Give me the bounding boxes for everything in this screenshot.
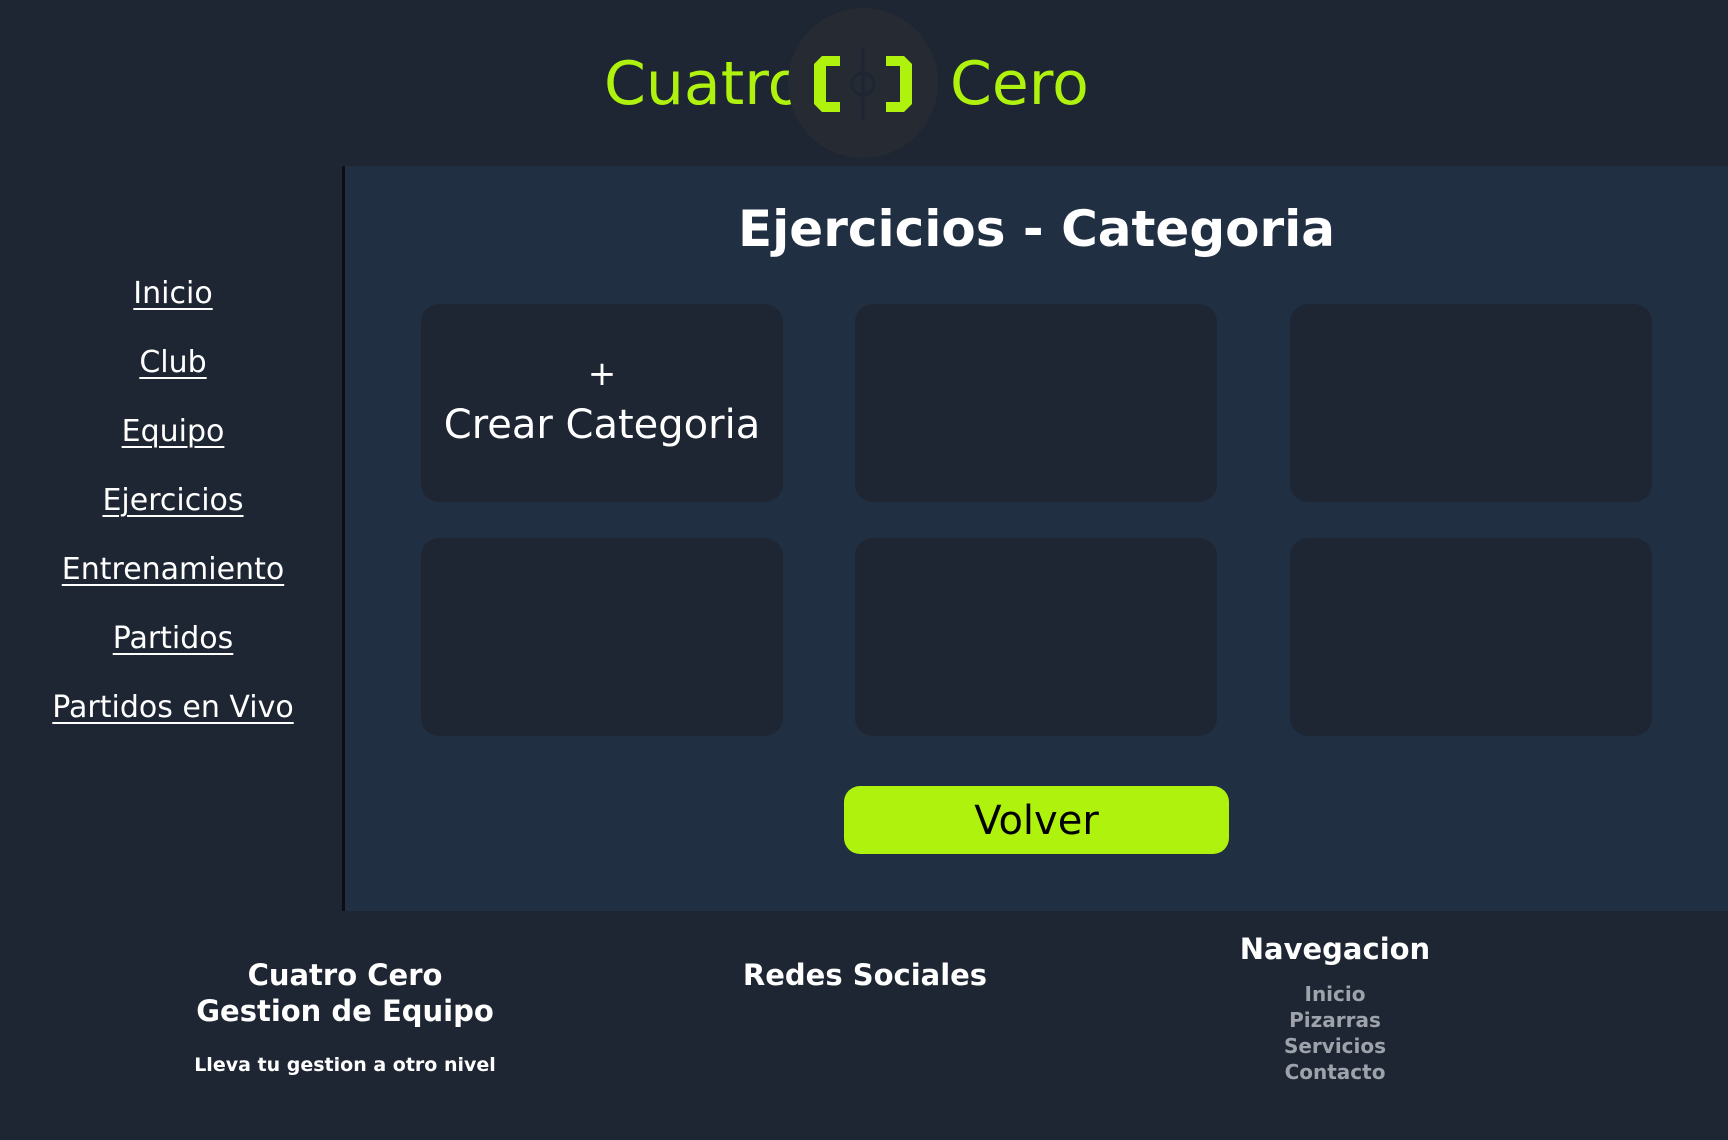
sidebar-item-partidos[interactable]: Partidos [0,619,346,659]
sidebar-item-club[interactable]: Club [0,343,346,383]
footer-brand-subtitle: Gestion de Equipo [196,994,494,1028]
site-footer: Cuatro Cero Gestion de Equipo Lleva tu g… [0,911,1728,1140]
category-card[interactable] [421,538,783,736]
footer-tagline: Lleva tu gestion a otro nivel [194,1054,496,1076]
create-category-card[interactable]: + Crear Categoria [421,304,783,502]
back-button[interactable]: Volver [844,786,1229,854]
footer-brand-name: Cuatro Cero [247,958,443,992]
plus-icon: + [587,354,617,394]
footer-nav-pizarras[interactable]: Pizarras [1190,1007,1480,1033]
footer-social-heading: Redes Sociales [742,958,988,992]
footer-nav-servicios[interactable]: Servicios [1190,1033,1480,1059]
sidebar-item-ejercicios[interactable]: Ejercicios [0,481,346,521]
bracket-logo-icon[interactable] [788,8,938,158]
sidebar-nav: Inicio Club Equipo Ejercicios Entrenamie… [0,166,342,911]
sidebar-item-inicio[interactable]: Inicio [0,274,346,314]
footer-nav-list: Inicio Pizarras Servicios Contacto [1190,981,1480,1085]
page-title: Ejercicios - Categoria [737,200,1336,258]
create-category-label: Crear Categoria [443,402,761,448]
category-card[interactable] [1290,538,1652,736]
footer-navigation: Navegacion Inicio Pizarras Servicios Con… [1190,931,1480,1085]
sidebar-item-equipo[interactable]: Equipo [0,412,346,452]
footer-social: Redes Sociales [700,957,1030,993]
category-card[interactable] [855,304,1217,502]
site-header: Cuatro Cero [0,0,1728,166]
main-panel: Ejercicios - Categoria + Crear Categoria… [345,166,1728,911]
brand-name-left: Cuatro [604,49,805,119]
sidebar-item-partidos-en-vivo[interactable]: Partidos en Vivo [0,688,346,728]
footer-nav-heading: Navegacion [1239,932,1431,966]
footer-brand: Cuatro Cero Gestion de Equipo Lleva tu g… [160,957,530,1077]
brand-name-right: Cero [950,49,1089,119]
footer-nav-inicio[interactable]: Inicio [1190,981,1480,1007]
footer-nav-contacto[interactable]: Contacto [1190,1059,1480,1085]
category-card[interactable] [1290,304,1652,502]
sidebar-item-entrenamiento[interactable]: Entrenamiento [0,550,346,590]
category-card[interactable] [855,538,1217,736]
